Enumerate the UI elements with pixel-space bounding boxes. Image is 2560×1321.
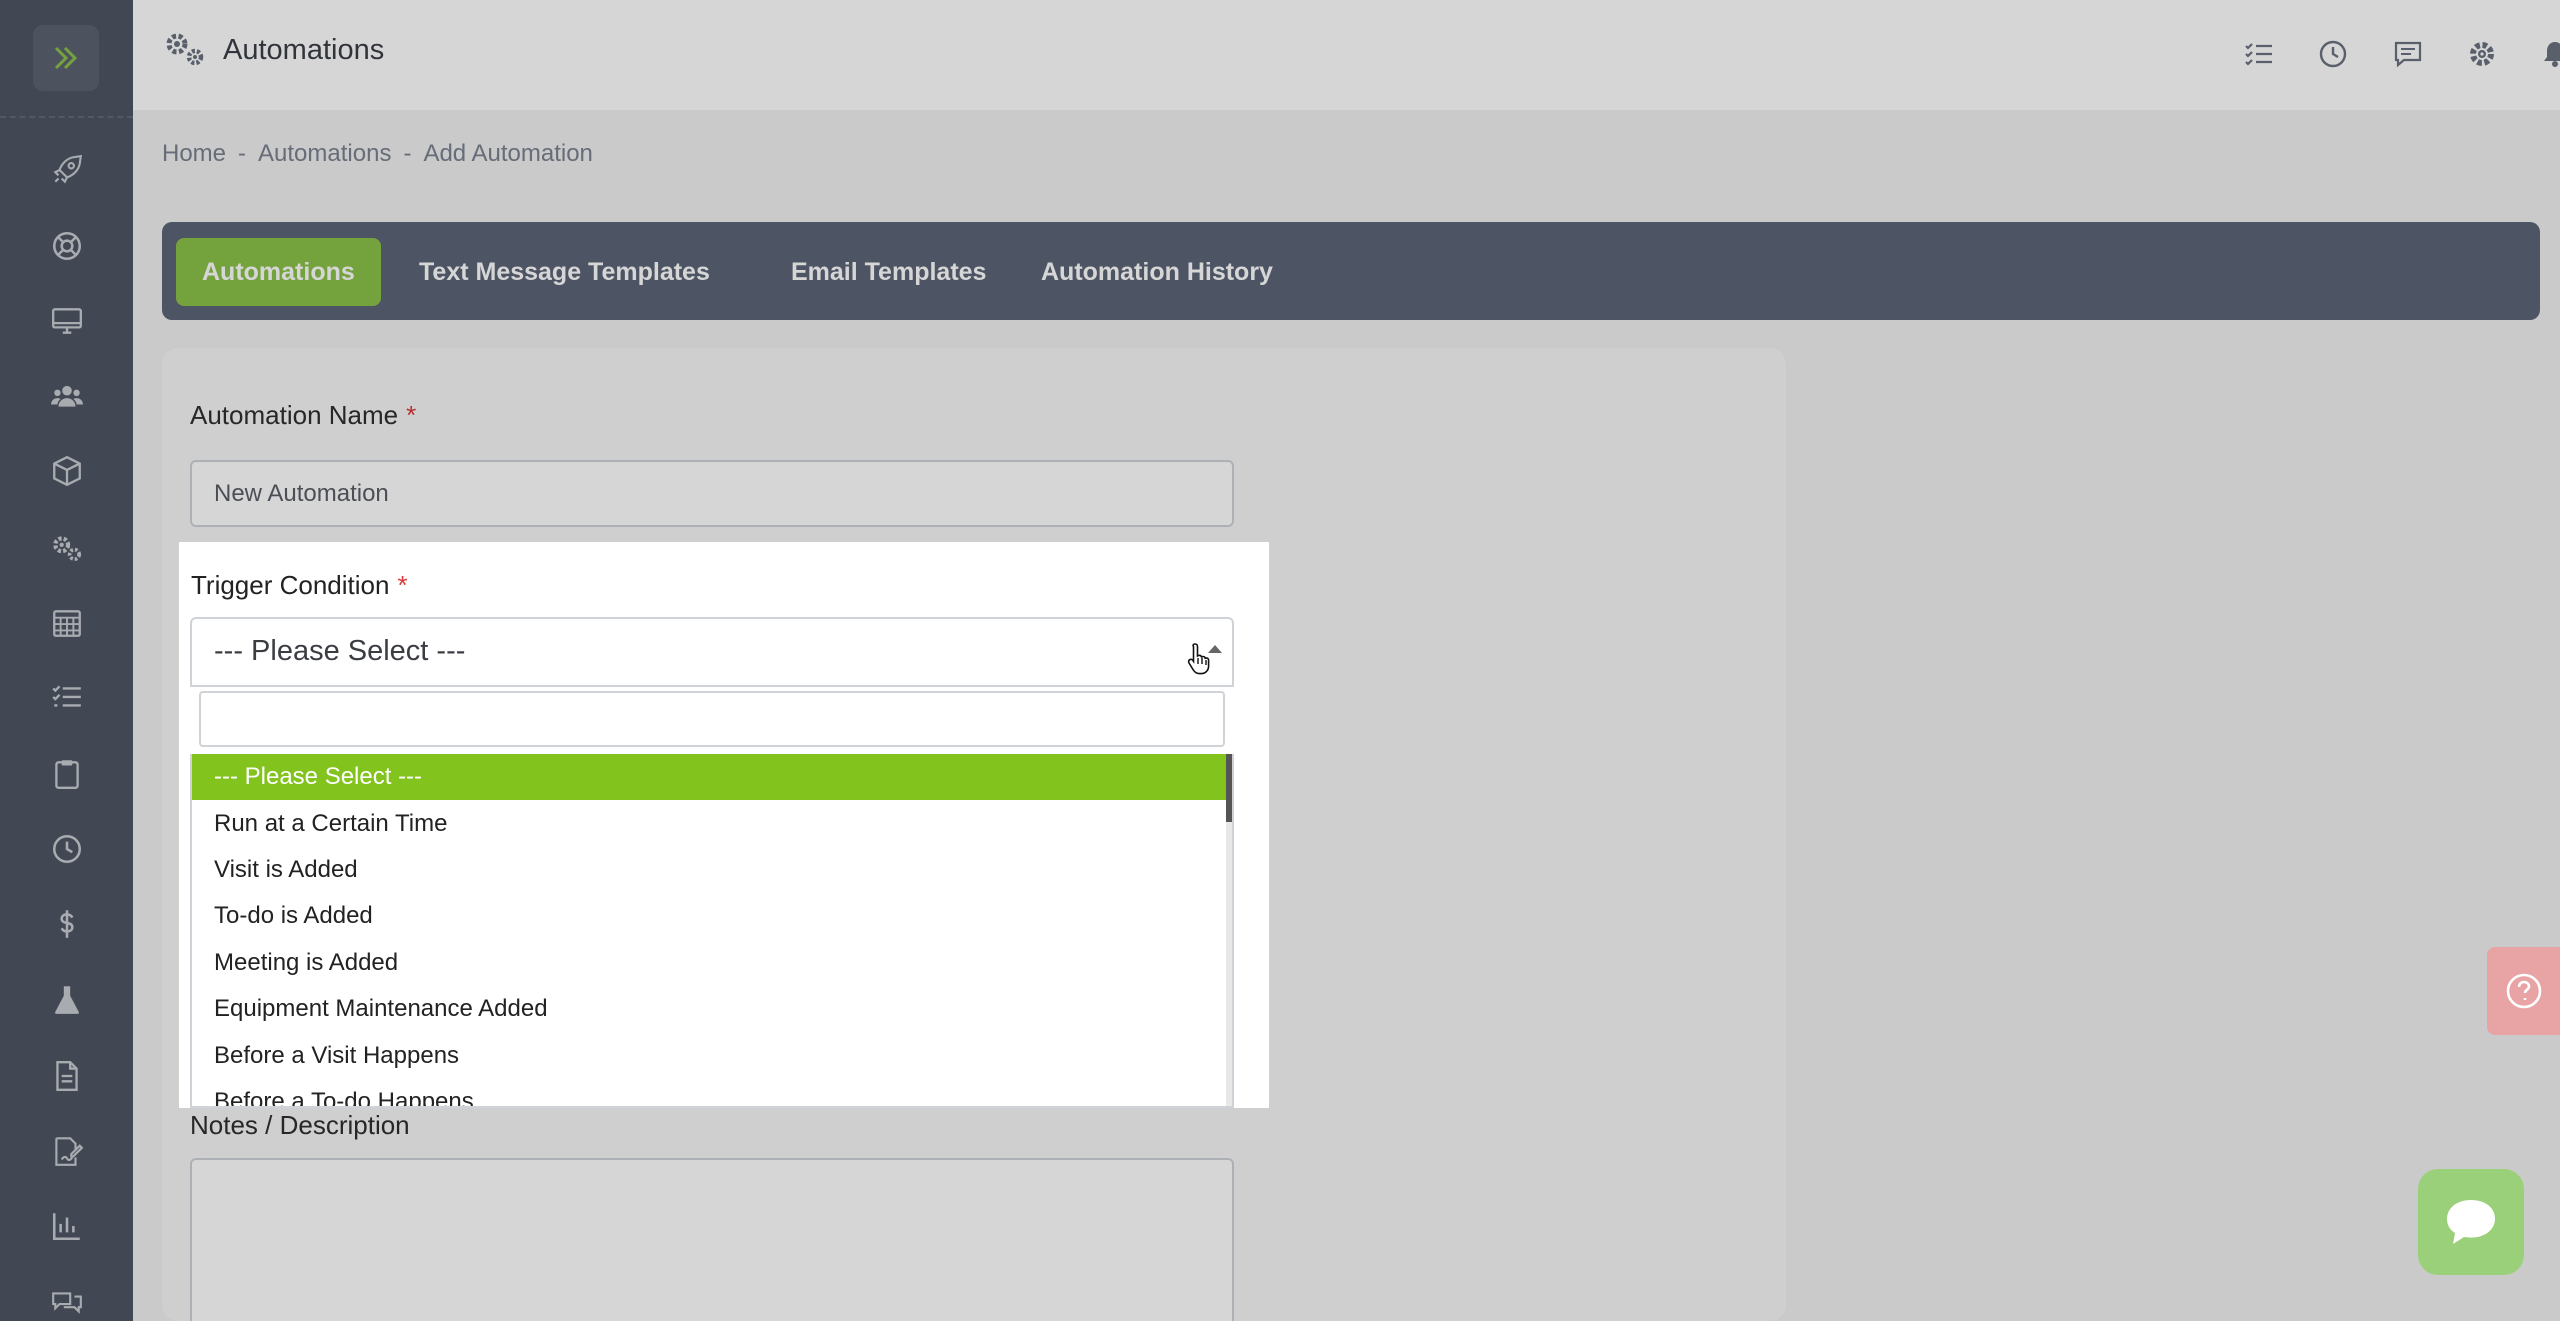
options-scrollbar-thumb[interactable] bbox=[1226, 754, 1232, 822]
trigger-selected-value: --- Please Select --- bbox=[214, 635, 466, 667]
option-before-visit-happens[interactable]: Before a Visit Happens bbox=[192, 1032, 1232, 1078]
option-run-at-certain-time[interactable]: Run at a Certain Time bbox=[192, 800, 1232, 846]
option-please-select[interactable]: --- Please Select --- bbox=[192, 754, 1232, 801]
trigger-search-input[interactable] bbox=[199, 691, 1225, 747]
chat-launcher-button[interactable] bbox=[2418, 1169, 2524, 1275]
question-circle-icon bbox=[2506, 973, 2541, 1009]
option-before-todo-happens[interactable]: Before a To-do Happens bbox=[192, 1079, 1232, 1106]
pointer-hand-icon bbox=[1187, 643, 1210, 675]
trigger-condition-select[interactable]: --- Please Select --- bbox=[190, 617, 1234, 687]
chat-icon bbox=[2447, 1200, 2495, 1244]
trigger-condition-label: Trigger Condition * bbox=[191, 570, 408, 600]
trigger-condition-dropdown: Trigger Condition * --- Please Select ---… bbox=[179, 542, 1269, 1108]
option-visit-is-added[interactable]: Visit is Added bbox=[192, 847, 1232, 893]
option-todo-is-added[interactable]: To-do is Added bbox=[192, 893, 1232, 939]
option-equipment-maintenance-added[interactable]: Equipment Maintenance Added bbox=[192, 986, 1232, 1032]
required-mark: * bbox=[397, 570, 408, 600]
option-meeting-is-added[interactable]: Meeting is Added bbox=[192, 940, 1232, 986]
trigger-options-list[interactable]: --- Please Select --- Run at a Certain T… bbox=[190, 754, 1234, 1108]
help-button[interactable] bbox=[2487, 947, 2560, 1035]
